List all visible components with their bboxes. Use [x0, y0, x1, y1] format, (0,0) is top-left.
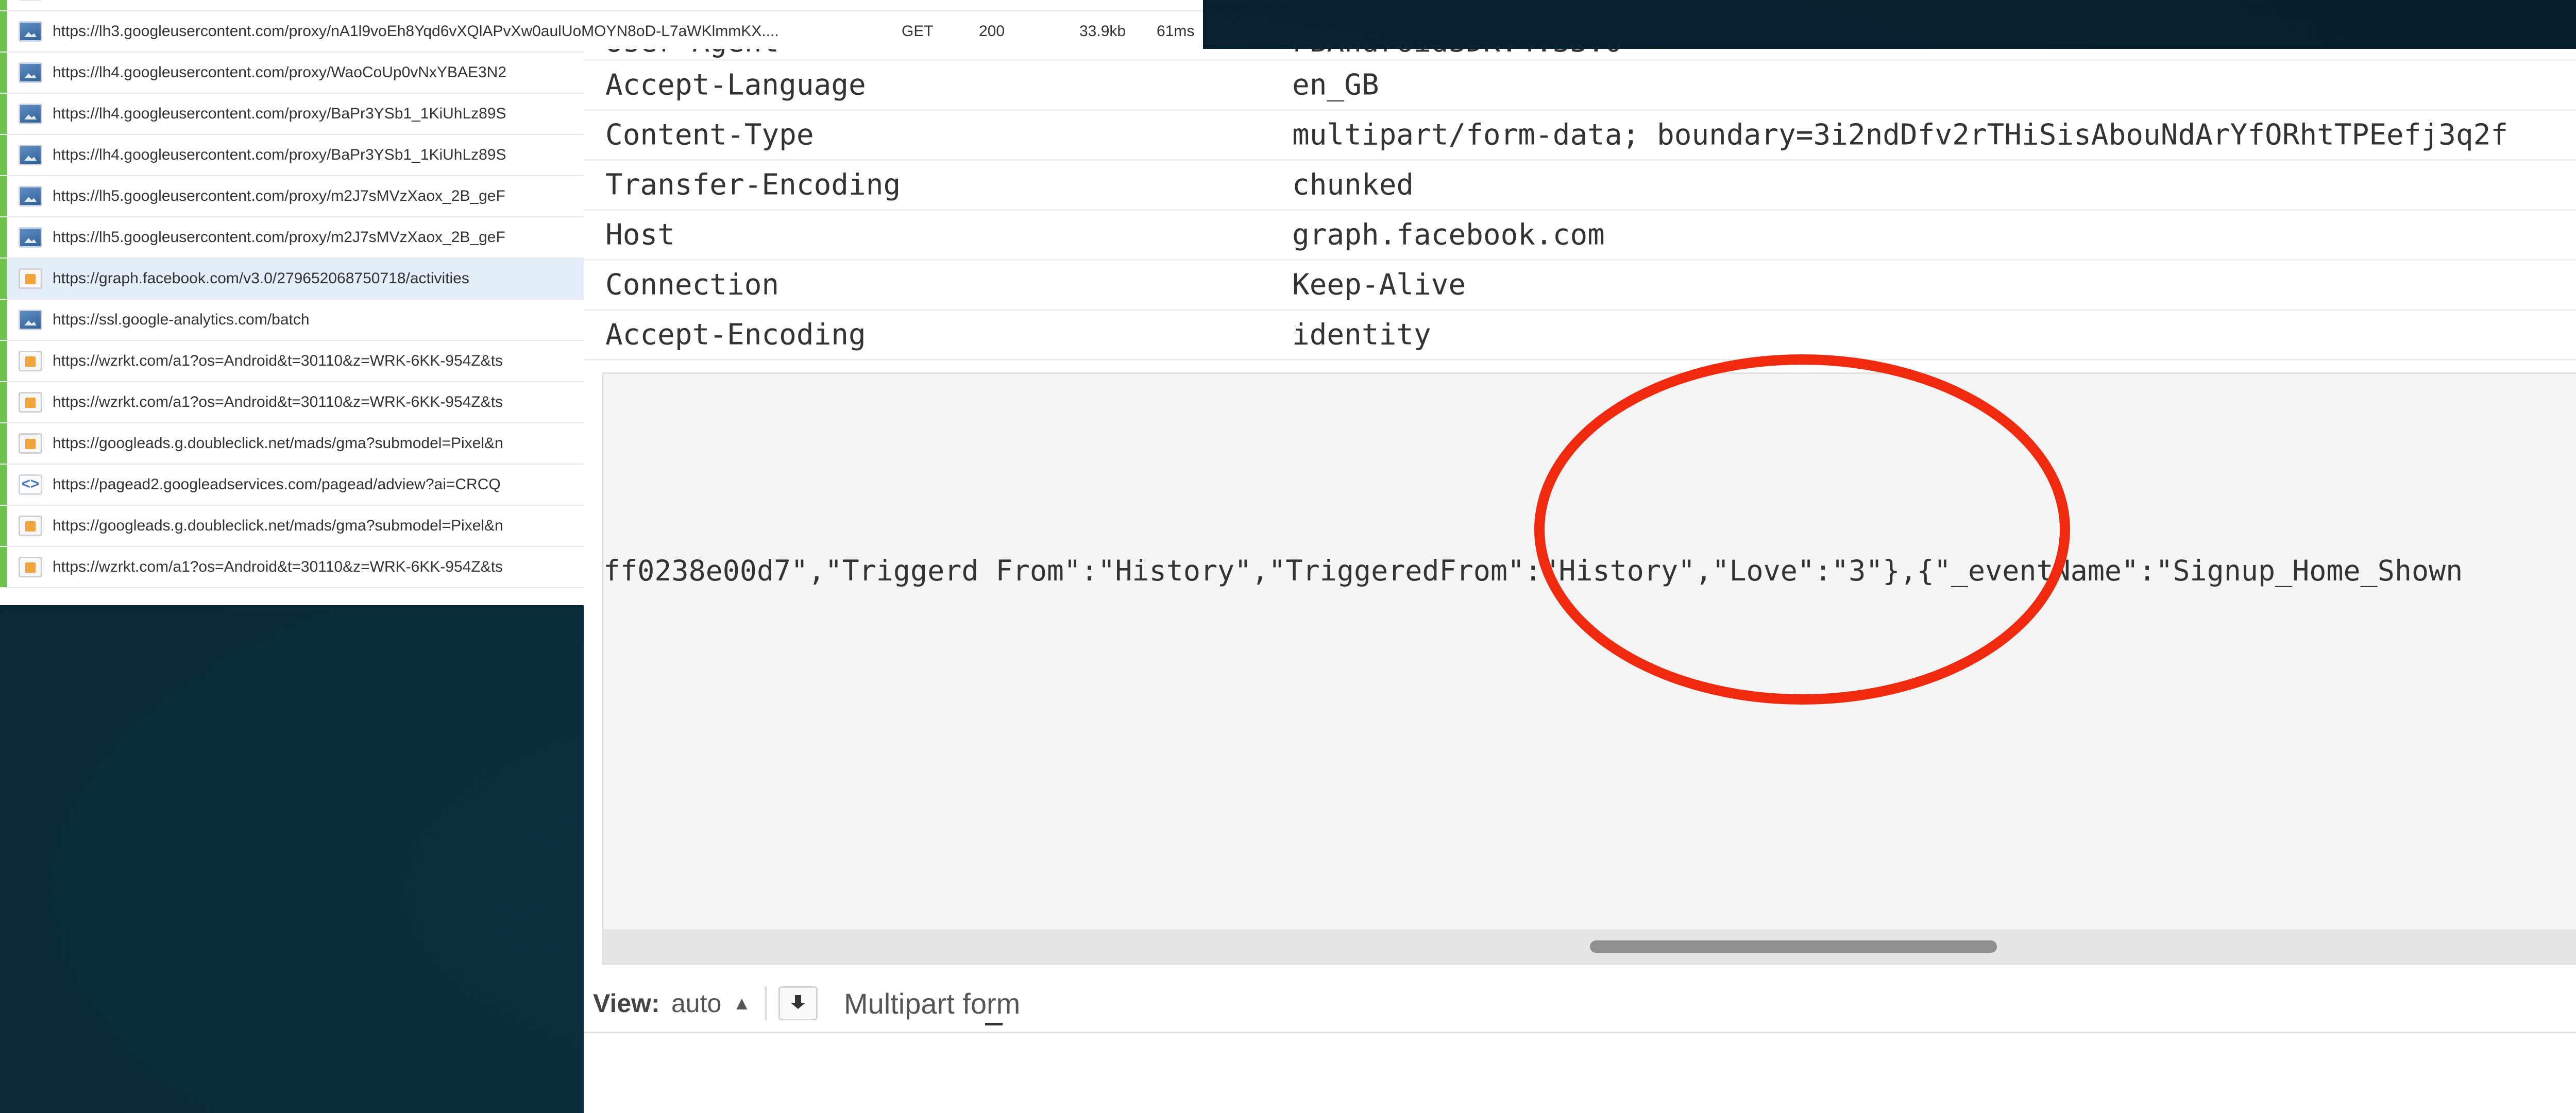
header-row: User-Agent FBAndroidSDK.4.33.0: [584, 49, 2576, 61]
status-indicator: [0, 94, 7, 134]
flow-url: https://lh4.googleusercontent.com/proxy/…: [53, 146, 506, 163]
document-file-icon: [19, 433, 42, 454]
flow-url: https://lh4.googleusercontent.com/proxy/…: [53, 105, 506, 122]
content-view-name: Multipart form: [844, 987, 1021, 1020]
status-indicator: [0, 423, 7, 464]
flow-url: https://pagead2.googleadservices.com/pag…: [53, 476, 501, 493]
image-file-icon: [19, 145, 42, 165]
status-indicator: [0, 217, 7, 258]
header-value: en_GB: [1292, 68, 1379, 102]
document-file-icon: [19, 351, 42, 371]
header-value: graph.facebook.com: [1292, 218, 1605, 252]
image-file-icon: [19, 227, 42, 248]
header-row: Host graph.facebook.com: [584, 211, 2576, 261]
flow-url: https://wzrkt.com/a1?os=Android&t=30110&…: [53, 352, 503, 369]
document-file-icon: [19, 557, 42, 577]
request-body-view[interactable]: ff0238e00d7","Triggerd From":"History","…: [602, 372, 2576, 965]
header-name: Transfer-Encoding: [605, 168, 901, 202]
header-row: Transfer-Encoding chunked: [584, 161, 2576, 211]
status-indicator: [0, 135, 7, 175]
image-file-icon: [19, 62, 42, 83]
header-value: chunked: [1292, 168, 1414, 202]
flow-url: https://lh5.googleusercontent.com/proxy/…: [53, 187, 505, 204]
status-indicator: [0, 0, 7, 10]
header-value: multipart/form-data; boundary=3i2ndDfv2r…: [1292, 118, 2509, 152]
flow-status: 200: [979, 23, 1005, 40]
request-detail-panel: User-Agent FBAndroidSDK.4.33.0 Accept-Lang…: [584, 49, 2576, 1113]
request-body-text: ff0238e00d7","Triggerd From":"History","…: [603, 554, 2463, 587]
header-row: Content-Type multipart/form-data; boundar…: [584, 111, 2576, 161]
flow-url: https://graph.facebook.com/v3.0/27965206…: [53, 270, 469, 287]
flow-url: https://lh3.googleusercontent.com/proxy/…: [53, 23, 779, 40]
status-indicator: [0, 341, 7, 381]
flow-row[interactable]: https://lh3.googleusercontent.com/proxy/…: [0, 11, 1203, 53]
content-view-bar: View: auto ▲ Multipart form: [584, 975, 2576, 1033]
toolbar-divider: [765, 986, 767, 1020]
status-indicator: [0, 465, 7, 505]
flow-method: GET: [902, 23, 934, 40]
flow-size: 33.9kb: [1079, 23, 1126, 40]
header-row: Accept-Language en_GB: [584, 61, 2576, 111]
status-indicator: [0, 11, 7, 52]
horizontal-scrollbar[interactable]: [603, 929, 2576, 963]
header-name: Connection: [605, 268, 779, 302]
flow-url: https://ssl.google-analytics.com/batch: [53, 311, 310, 328]
image-file-icon: [19, 21, 42, 42]
header-value: Keep-Alive: [1292, 268, 1466, 302]
flow-url: https://wzrkt.com/a1?os=Android&t=30110&…: [53, 393, 503, 410]
header-name: Content-Type: [605, 118, 814, 152]
status-indicator: [0, 506, 7, 546]
header-row: Accept-Encoding identity: [584, 311, 2576, 361]
code-file-icon: <>: [19, 474, 42, 495]
document-file-icon: [19, 516, 42, 536]
request-headers-table: User-Agent FBAndroidSDK.4.33.0 Accept-Lang…: [584, 49, 2576, 361]
header-value: FBAndroidSDK.4.33.0: [1292, 49, 1622, 59]
flow-url: https://wzrkt.com/a1?os=Android&t=30110&…: [53, 558, 503, 575]
image-file-icon: [19, 186, 42, 207]
image-file-icon: [19, 0, 42, 1]
document-file-icon: [19, 268, 42, 289]
flow-url: https://lh5.googleusercontent.com/proxy/…: [53, 229, 505, 246]
header-row: Connection Keep-Alive: [584, 261, 2576, 311]
download-icon: [985, 1023, 1003, 1025]
image-file-icon: [19, 310, 42, 330]
status-indicator: [0, 53, 7, 93]
flow-row[interactable]: https://lh4.googleusercontent.com/proxy/…: [0, 0, 1203, 11]
document-file-icon: [19, 392, 42, 413]
header-name: Accept-Language: [605, 68, 866, 102]
view-label: View:: [593, 989, 660, 1018]
status-indicator: [0, 300, 7, 340]
flow-url: https://googleads.g.doubleclick.net/mads…: [53, 435, 503, 452]
scrollbar-thumb[interactable]: [1590, 940, 1997, 953]
status-indicator: [0, 259, 7, 299]
flow-url: https://lh4.googleusercontent.com/proxy/…: [53, 64, 507, 81]
status-indicator: [0, 547, 7, 587]
status-indicator: [0, 176, 7, 216]
header-name: Accept-Encoding: [605, 318, 866, 352]
caret-up-icon[interactable]: ▲: [733, 992, 751, 1014]
status-indicator: [0, 382, 7, 422]
header-name: Host: [605, 218, 675, 252]
image-file-icon: [19, 104, 42, 124]
flow-time: 61ms: [1157, 23, 1195, 40]
view-mode-dropdown[interactable]: auto: [671, 988, 721, 1018]
header-name: User-Agent: [605, 49, 779, 59]
download-button[interactable]: [778, 986, 1003, 1025]
flow-url: https://googleads.g.doubleclick.net/mads…: [53, 517, 503, 534]
header-value: identity: [1292, 318, 1431, 352]
